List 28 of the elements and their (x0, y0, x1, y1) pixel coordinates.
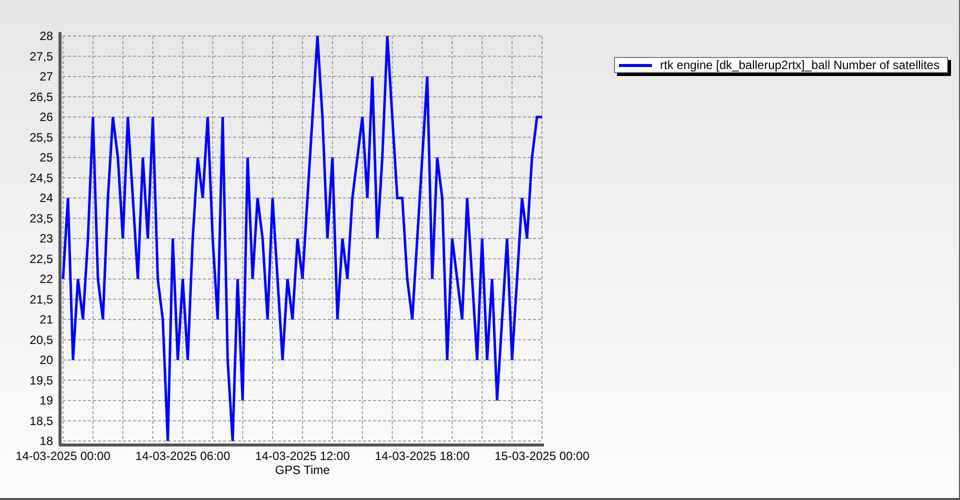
y-tick-label: 22,5 (30, 252, 53, 266)
x-tick-label: 14-03-2025 00:00 (16, 449, 110, 463)
x-tick-label: 14-03-2025 06:00 (135, 449, 230, 463)
y-tick-label: 25,5 (30, 130, 53, 144)
y-tick-label: 25 (40, 150, 53, 164)
x-axis-title: GPS Time (275, 463, 330, 477)
y-tick-label: 22 (40, 272, 53, 286)
x-tick-label: 14-03-2025 12:00 (255, 449, 350, 463)
y-tick-label: 24 (40, 191, 53, 205)
y-tick-label: 27 (40, 70, 53, 84)
y-tick-label: 20,5 (30, 332, 53, 347)
x-tick-label: 14-03-2025 18:00 (374, 449, 470, 463)
y-tick-label: 19 (40, 394, 53, 408)
y-tick-label: 28 (40, 29, 53, 43)
y-tick-label: 19,5 (30, 373, 53, 388)
y-tick-label: 21,5 (30, 292, 53, 306)
y-tick-label: 24,5 (30, 170, 53, 185)
y-tick-label: 18,5 (30, 414, 53, 428)
y-tick-label: 26 (40, 110, 53, 124)
legend-label: rtk engine [dk_ballerup2rtx]_ball Number of satellites (660, 59, 940, 71)
y-tick-label: 23 (40, 232, 53, 246)
y-tick-label: 18 (40, 434, 53, 448)
y-tick-label: 26,5 (30, 90, 53, 104)
y-tick-label: 21 (40, 312, 53, 326)
y-tick-label: 23,5 (30, 211, 53, 226)
y-tick-label: 27,5 (30, 49, 53, 64)
y-tick-label: 20 (40, 353, 53, 367)
x-tick-label: 15-03-2025 00:00 (494, 449, 590, 463)
